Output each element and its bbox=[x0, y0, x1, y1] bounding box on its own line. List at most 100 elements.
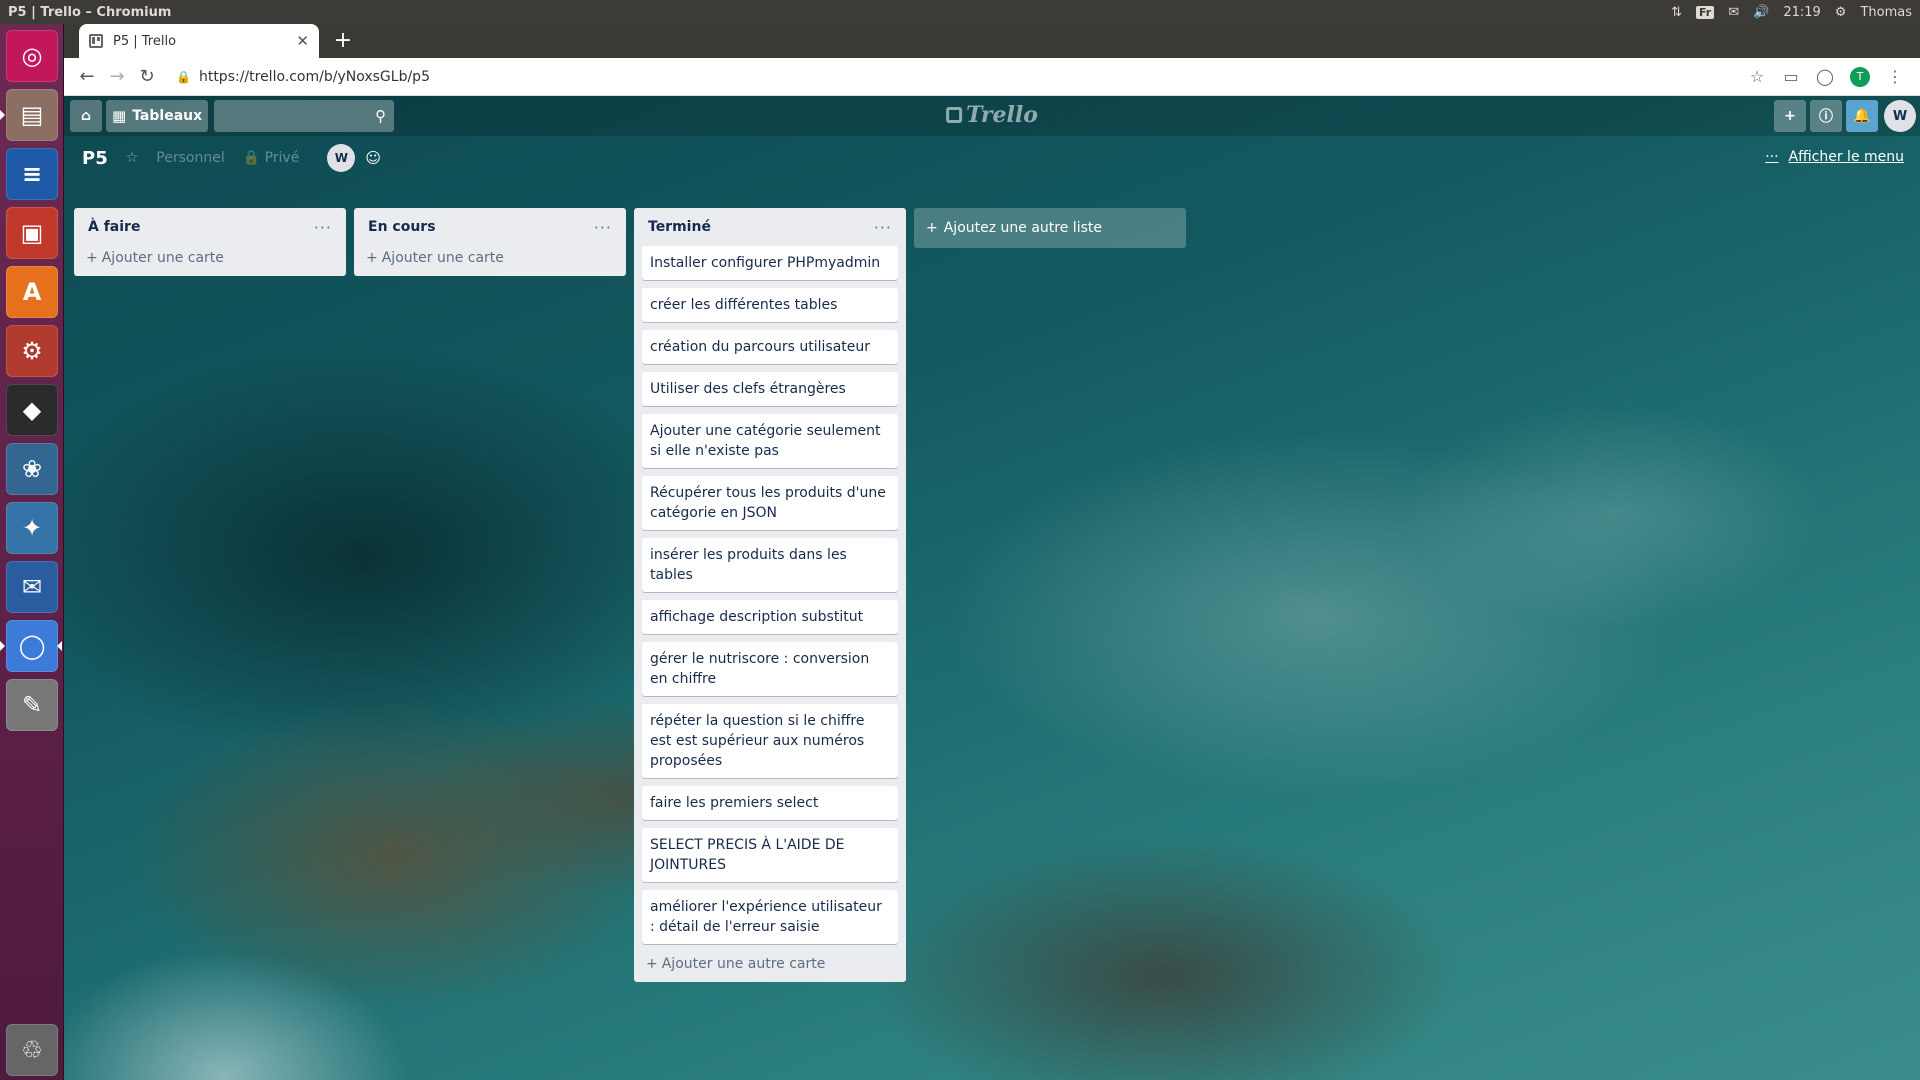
card[interactable]: Utiliser des clefs étrangères bbox=[642, 372, 898, 406]
launcher-system-settings-icon[interactable]: ⚙ bbox=[6, 325, 58, 377]
launcher-libreoffice-writer-icon[interactable]: ≡ bbox=[6, 148, 58, 200]
lock-icon[interactable]: 🔒 bbox=[176, 70, 191, 84]
system-tray: ⇅ Fr ✉ 🔊 21:19 ⚙ Thomas bbox=[1671, 5, 1912, 20]
mail-icon[interactable]: ✉ bbox=[1728, 5, 1739, 20]
card[interactable]: Ajouter une catégorie seulement si elle … bbox=[642, 414, 898, 468]
invite-member-icon[interactable]: ☺ bbox=[365, 149, 381, 167]
list-title[interactable]: À faire bbox=[88, 219, 140, 235]
launcher-inkscape-icon[interactable]: ◆ bbox=[6, 384, 58, 436]
member-avatar[interactable]: W bbox=[327, 144, 356, 172]
user-name[interactable]: Thomas bbox=[1860, 5, 1912, 20]
card[interactable]: SELECT PRECIS À L'AIDE DE JOINTURES bbox=[642, 828, 898, 882]
trello-logo[interactable]: Trello bbox=[946, 102, 1038, 128]
network-icon[interactable]: ⇅ bbox=[1671, 5, 1682, 20]
launcher-files-icon[interactable]: ▤ bbox=[6, 89, 58, 141]
launcher-ubuntu-dash-icon[interactable]: ◎ bbox=[6, 30, 58, 82]
profile-avatar[interactable]: T bbox=[1850, 66, 1870, 87]
add-list-button[interactable]: + Ajoutez une autre liste bbox=[914, 208, 1186, 248]
launcher-glyph: ✎ bbox=[21, 691, 43, 719]
launcher-pgadmin-icon[interactable]: ❀ bbox=[6, 443, 58, 495]
lock-icon: 🔒 bbox=[242, 150, 261, 166]
home-button[interactable]: ⌂ bbox=[70, 100, 102, 132]
add-card-button[interactable]: + Ajouter une carte bbox=[82, 246, 338, 270]
launcher-glyph: ✉ bbox=[21, 573, 43, 601]
card[interactable]: faire les premiers select bbox=[642, 786, 898, 820]
search-input[interactable] bbox=[214, 100, 395, 132]
launcher-software-center-icon[interactable]: A bbox=[6, 266, 58, 318]
list-column: Terminé ··· Installer configurer PHPmyadmi… bbox=[634, 208, 906, 982]
launcher-glyph: ♲ bbox=[21, 1036, 43, 1064]
add-card-label: Ajouter une autre carte bbox=[661, 956, 826, 972]
launcher-thunderbird-icon[interactable]: ✉ bbox=[6, 561, 58, 613]
list-title[interactable]: En cours bbox=[368, 219, 436, 235]
plus-icon: + bbox=[86, 250, 98, 266]
search-icon[interactable]: ⚲ bbox=[375, 107, 386, 125]
list-header[interactable]: Terminé ··· bbox=[642, 208, 898, 246]
new-tab-button[interactable]: + bbox=[330, 28, 356, 54]
bell-icon: 🔔 bbox=[1853, 108, 1871, 124]
back-arrow-icon[interactable]: ← bbox=[72, 66, 102, 87]
launcher-focused-indicator bbox=[57, 641, 62, 651]
keyboard-layout-indicator[interactable]: Fr bbox=[1695, 5, 1715, 19]
card[interactable]: améliorer l'expérience utilisateur : dét… bbox=[642, 890, 898, 944]
os-top-bar: P5 | Trello – Chromium ⇅ Fr ✉ 🔊 21:19 ⚙ … bbox=[0, 0, 1920, 24]
launcher-glyph: A bbox=[22, 278, 42, 306]
bookmark-star-icon[interactable]: ☆ bbox=[1740, 67, 1774, 86]
launcher-chromium-icon[interactable]: ◯ bbox=[6, 620, 58, 672]
launcher-trash-icon[interactable]: ♲ bbox=[6, 1024, 58, 1076]
session-gear-icon[interactable]: ⚙ bbox=[1835, 5, 1847, 20]
card[interactable]: créer les différentes tables bbox=[642, 288, 898, 322]
cast-extension-icon[interactable]: ▭ bbox=[1774, 67, 1808, 86]
launcher-text-editor-icon[interactable]: ✎ bbox=[6, 679, 58, 731]
star-icon[interactable]: ☆ bbox=[126, 150, 139, 166]
plus-icon: + bbox=[646, 956, 658, 972]
app-launcher: ◎ ▤ ≡ ▣ A ⚙ ◆ ❀ ✦ ✉ ◯ ✎ ♲ bbox=[0, 24, 64, 1080]
card[interactable]: répéter la question si le chiffre est es… bbox=[642, 704, 898, 778]
card[interactable]: création du parcours utilisateur bbox=[642, 330, 898, 364]
launcher-libreoffice-impress-icon[interactable]: ▣ bbox=[6, 207, 58, 259]
card[interactable]: affichage description substitut bbox=[642, 600, 898, 634]
list-column: En cours ··· + Ajouter une carte bbox=[354, 208, 626, 276]
info-icon: ⓘ bbox=[1819, 109, 1833, 125]
list-menu-icon[interactable]: ··· bbox=[594, 218, 612, 237]
home-icon: ⌂ bbox=[80, 108, 92, 124]
launcher-glyph: ◯ bbox=[18, 632, 46, 660]
board-team[interactable]: Personnel bbox=[156, 150, 224, 166]
card[interactable]: gérer le nutriscore : conversion en chif… bbox=[642, 642, 898, 696]
info-button[interactable]: ⓘ bbox=[1810, 100, 1842, 132]
create-button[interactable]: + bbox=[1774, 100, 1806, 132]
forward-arrow-icon[interactable]: → bbox=[102, 66, 132, 87]
list-menu-icon[interactable]: ··· bbox=[314, 218, 332, 237]
add-card-button[interactable]: + Ajouter une autre carte bbox=[642, 952, 898, 976]
reload-icon[interactable]: ↻ bbox=[132, 66, 162, 87]
show-menu-link[interactable]: ··· Afficher le menu bbox=[1765, 149, 1904, 165]
list-header[interactable]: À faire ··· bbox=[82, 208, 338, 246]
clock[interactable]: 21:19 bbox=[1783, 5, 1820, 20]
more-dots-icon: ··· bbox=[1765, 149, 1779, 165]
extension-icon[interactable]: ◯ bbox=[1808, 67, 1842, 86]
browser-menu-icon[interactable]: ⋮ bbox=[1878, 67, 1912, 86]
card[interactable]: Récupérer tous les produits d'une catégo… bbox=[642, 476, 898, 530]
list-column: À faire ··· + Ajouter une carte bbox=[74, 208, 346, 276]
boards-button[interactable]: ▦ Tableaux bbox=[106, 100, 209, 132]
board-visibility[interactable]: 🔒 Privé bbox=[243, 150, 300, 166]
board-title[interactable]: P5 bbox=[78, 144, 112, 173]
list-header[interactable]: En cours ··· bbox=[362, 208, 618, 246]
close-tab-icon[interactable]: ✕ bbox=[296, 32, 309, 50]
address-bar[interactable]: https://trello.com/b/yNoxsGLb/p5 bbox=[199, 69, 1740, 85]
volume-icon[interactable]: 🔊 bbox=[1753, 5, 1769, 20]
notifications-button[interactable]: 🔔 bbox=[1846, 100, 1878, 132]
list-menu-icon[interactable]: ··· bbox=[874, 218, 892, 237]
card[interactable]: Installer configurer PHPmyadmin bbox=[642, 246, 898, 280]
add-card-button[interactable]: + Ajouter une carte bbox=[362, 246, 618, 270]
show-menu-label: Afficher le menu bbox=[1788, 149, 1904, 165]
browser-window: P5 | Trello ✕ + ← → ↻ 🔒 https://trello.c… bbox=[64, 24, 1920, 1080]
launcher-python-icon[interactable]: ✦ bbox=[6, 502, 58, 554]
launcher-glyph: ◆ bbox=[22, 396, 42, 424]
list-title[interactable]: Terminé bbox=[648, 219, 711, 235]
account-avatar[interactable]: W bbox=[1884, 100, 1916, 132]
launcher-glyph: ▤ bbox=[20, 101, 44, 129]
browser-tab[interactable]: P5 | Trello ✕ bbox=[79, 24, 319, 58]
boards-label: Tableaux bbox=[132, 108, 203, 124]
card[interactable]: insérer les produits dans les tables bbox=[642, 538, 898, 592]
